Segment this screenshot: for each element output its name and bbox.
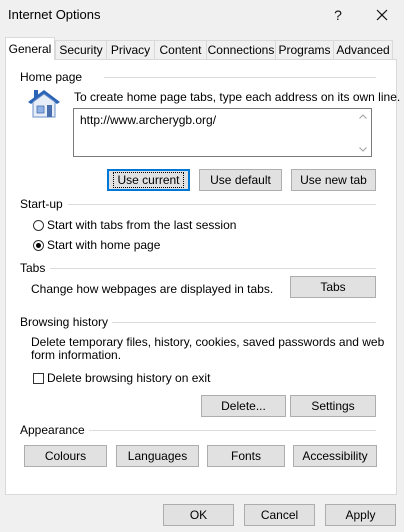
use-new-tab-label: Use new tab [300,173,367,187]
tab-label: Programs [278,43,331,57]
radio-last-session-label[interactable]: Start with tabs from the last session [47,218,236,233]
tabs-description: Change how webpages are displayed in tab… [31,282,274,296]
tab-label: Advanced [336,43,390,57]
scroll-up-icon[interactable] [355,109,371,123]
radio-home-page-label[interactable]: Start with home page [47,238,160,253]
fonts-button[interactable]: Fonts [207,445,285,467]
apply-button-label: Apply [345,508,376,522]
close-button[interactable] [362,0,402,30]
tab-label: General [8,42,52,56]
accessibility-button[interactable]: Accessibility [293,445,377,467]
house-icon [26,87,62,119]
tab-privacy[interactable]: Privacy [106,40,155,59]
scroll-down-icon[interactable] [355,142,371,156]
languages-button[interactable]: Languages [116,445,199,467]
browsing-history-divider [106,322,376,323]
apply-button[interactable]: Apply [325,504,396,526]
radio-last-session[interactable] [33,220,44,231]
tab-content[interactable]: Content [154,40,207,59]
tab-label: Privacy [110,43,151,57]
cancel-button-label: Cancel [260,508,299,522]
home-page-section-label: Home page [20,70,87,84]
ok-button[interactable]: OK [163,504,234,526]
home-page-url-textarea[interactable]: http://www.archerygb.org/ [73,108,372,157]
fonts-button-label: Fonts [230,449,261,463]
delete-on-exit-label[interactable]: Delete browsing history on exit [47,371,210,386]
close-icon [376,9,388,21]
settings-button[interactable]: Settings [290,395,376,417]
use-new-tab-button[interactable]: Use new tab [291,169,376,191]
appearance-divider [85,430,376,431]
colours-button-label: Colours [44,449,87,463]
use-default-button[interactable]: Use default [199,169,282,191]
tab-general[interactable]: General [5,37,55,60]
question-mark-icon: ? [334,7,342,23]
tab-label: Connections [207,43,275,57]
ok-button-label: OK [189,508,208,522]
home-page-instructions: To create home page tabs, type each addr… [74,90,401,104]
tab-advanced[interactable]: Advanced [333,40,393,59]
tab-connections[interactable]: Connections [206,40,276,59]
tab-label: Content [159,43,202,57]
home-page-url-value: http://www.archerygb.org/ [80,113,217,127]
accessibility-button-label: Accessibility [302,449,368,463]
use-default-label: Use default [210,173,271,187]
delete-on-exit-checkbox[interactable] [33,373,44,384]
tabs-button-label: Tabs [320,280,346,294]
tab-security[interactable]: Security [55,40,107,59]
use-current-label: Use current [113,172,184,188]
home-page-divider [104,77,376,78]
appearance-section-label: Appearance [20,423,89,437]
tab-label: Security [59,43,103,57]
tab-strip: General Security Privacy Content Connect… [5,37,398,60]
cancel-button[interactable]: Cancel [244,504,315,526]
tab-programs[interactable]: Programs [275,40,334,59]
tabs-button[interactable]: Tabs [290,276,376,298]
textarea-scrollbar[interactable] [355,109,371,156]
tabs-section-label: Tabs [20,261,50,275]
languages-button-label: Languages [127,449,188,463]
startup-divider [68,204,376,205]
use-current-button[interactable]: Use current [107,169,190,191]
browsing-history-section-label: Browsing history [20,315,113,329]
tabs-divider [50,268,376,269]
settings-button-label: Settings [311,399,355,413]
colours-button[interactable]: Colours [24,445,107,467]
browsing-history-description-line2: form information. [31,348,122,362]
delete-button-label: Delete... [221,399,266,413]
radio-home-page[interactable] [33,240,44,251]
delete-button[interactable]: Delete... [201,395,286,417]
help-button[interactable]: ? [318,0,358,30]
startup-section-label: Start-up [20,197,67,211]
window-title: Internet Options [8,7,101,22]
